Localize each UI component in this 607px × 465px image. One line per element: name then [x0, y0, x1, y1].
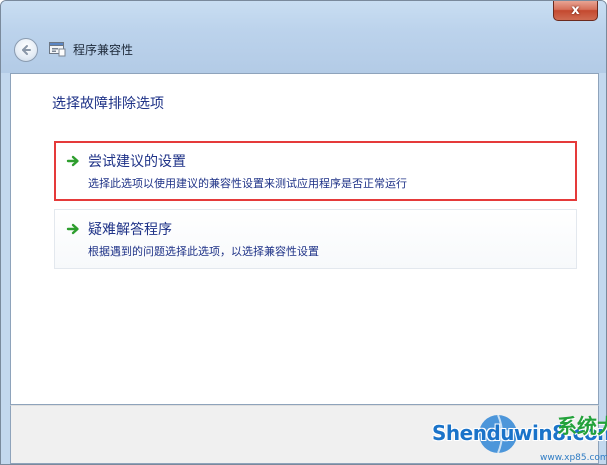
option-description: 根据遇到的问题选择此选项，以选择兼容性设置	[88, 245, 319, 258]
compatibility-program-icon	[49, 42, 66, 57]
main-content-panel: 选择故障排除选项 尝试建议的设置 选择此选项以使用建议的兼容性设置来测试应用程序…	[10, 73, 599, 405]
option-troubleshoot-program[interactable]: 疑难解答程序 根据遇到的问题选择此选项，以选择兼容性设置	[54, 209, 577, 269]
window-frame	[1, 1, 606, 73]
dialog-footer	[10, 405, 599, 464]
option-try-recommended-settings[interactable]: 尝试建议的设置 选择此选项以使用建议的兼容性设置来测试应用程序是否正常运行	[54, 141, 577, 201]
close-button[interactable]: x	[553, 1, 598, 21]
back-arrow-icon	[22, 45, 31, 55]
back-button[interactable]	[14, 38, 38, 62]
window-title: 程序兼容性	[73, 43, 134, 57]
page-heading: 选择故障排除选项	[52, 96, 164, 112]
troubleshooter-window: x 程序兼容性 选择故障排除选项 尝试建议的设置 选择此选项以使用建议的兼容性设…	[0, 0, 607, 465]
close-icon: x	[571, 3, 580, 18]
option-title: 疑难解答程序	[88, 222, 172, 238]
option-title: 尝试建议的设置	[88, 154, 186, 170]
green-arrow-icon	[66, 223, 79, 235]
green-arrow-icon	[66, 155, 79, 167]
option-description: 选择此选项以使用建议的兼容性设置来测试应用程序是否正常运行	[88, 177, 407, 190]
